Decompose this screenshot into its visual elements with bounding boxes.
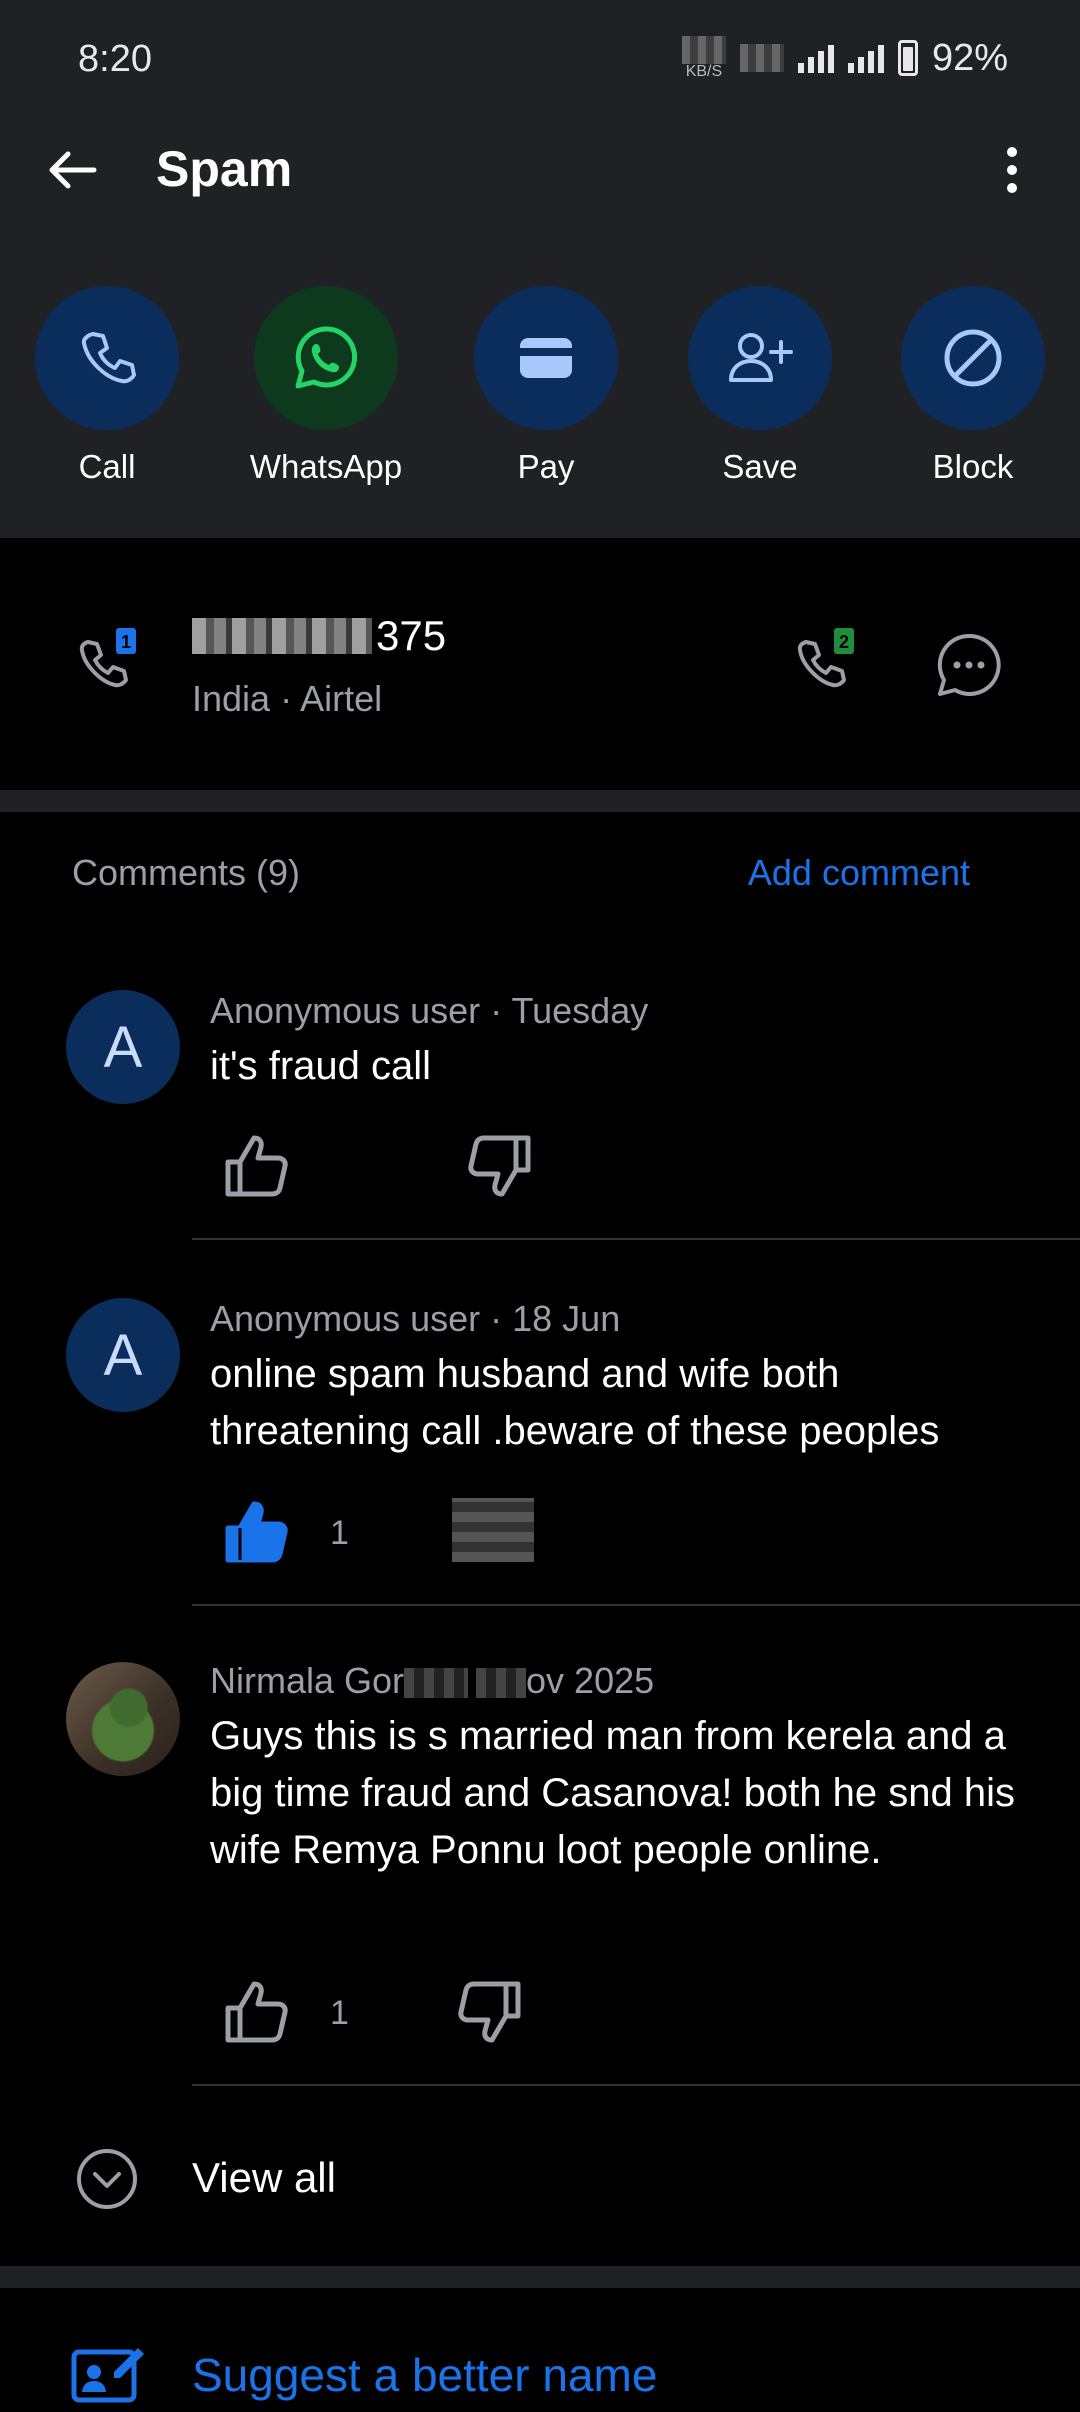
thumbs-down-icon[interactable] — [452, 1498, 534, 1562]
battery-icon — [897, 40, 918, 76]
comment-meta: Anonymous user · Tuesday — [210, 990, 649, 1031]
comment-text: it's fraud call — [210, 1044, 432, 1088]
avatar: A — [66, 1298, 180, 1412]
svg-text:1: 1 — [121, 632, 131, 652]
pay-button[interactable]: Pay — [446, 286, 646, 486]
call-button[interactable]: Call — [7, 286, 207, 486]
comment-meta: Anonymous user · 18 Jun — [210, 1298, 621, 1339]
whatsapp-button[interactable]: WhatsApp — [226, 286, 426, 486]
redacted-digits — [192, 618, 372, 654]
battery-percent: 92% — [931, 36, 1008, 79]
signal-icon — [797, 43, 834, 73]
phone-icon — [81, 332, 136, 384]
more-options-icon[interactable] — [982, 140, 1042, 200]
svg-text:2: 2 — [839, 632, 849, 652]
thumbs-up-icon[interactable] — [222, 1976, 294, 2048]
chevron-down-circle-icon — [77, 2149, 137, 2209]
block-icon — [944, 329, 1002, 387]
comment-meta: Nirmala Gor ov 2025 — [210, 1660, 655, 1701]
sim2-call-icon[interactable]: 2 — [792, 626, 864, 698]
comment-divider — [192, 1604, 1080, 1606]
thumbs-up-icon[interactable] — [222, 1496, 294, 1568]
section-divider — [0, 2266, 1080, 2288]
comment-text: online spam husband and wife both threat… — [210, 1352, 940, 1453]
page-title: Spam — [156, 141, 293, 197]
carrier-info: India · Airtel — [192, 678, 383, 719]
section-divider — [0, 790, 1080, 812]
avatar — [66, 1662, 180, 1776]
phone-number: 375 — [192, 612, 446, 660]
volte-icon — [739, 44, 784, 72]
comment-divider — [192, 1238, 1080, 1240]
add-contact-icon — [729, 333, 793, 382]
block-button[interactable]: Block — [873, 286, 1073, 486]
suggest-name-button[interactable]: Suggest a better name — [0, 2330, 1080, 2412]
signal-icon-2 — [847, 43, 884, 73]
whatsapp-icon — [295, 326, 358, 389]
avatar: A — [66, 990, 180, 1104]
status-time: 8:20 — [78, 38, 152, 80]
view-all-button[interactable]: View all — [0, 2128, 1080, 2228]
thumbs-down-icon[interactable] — [452, 1976, 524, 2048]
action-row: Call WhatsApp Pay Save Block — [0, 286, 1080, 496]
add-comment-link[interactable]: Add comment — [748, 852, 970, 894]
message-icon[interactable] — [934, 630, 1004, 700]
thumbs-down-icon[interactable] — [462, 1130, 534, 1202]
sim1-call-icon[interactable]: 1 — [74, 626, 146, 698]
comments-header: Comments (9) — [72, 852, 301, 893]
wallet-icon — [520, 338, 572, 378]
back-arrow-icon[interactable] — [42, 140, 102, 200]
status-icons: KB/S 92% — [681, 36, 1008, 80]
view-all-label: View all — [192, 2154, 336, 2201]
phone-number-row: 1 375 India · Airtel 2 — [0, 538, 1080, 790]
like-count: 1 — [330, 1994, 349, 2032]
status-bar: 8:20 KB/S 92% — [0, 0, 1080, 120]
like-count: 1 — [330, 1514, 349, 1552]
suggest-name-label: Suggest a better name — [192, 2349, 658, 2401]
app-bar: Spam — [0, 120, 1080, 220]
network-speed-icon: KB/S — [681, 36, 726, 80]
comment-divider — [192, 2084, 1080, 2086]
thumbs-up-icon[interactable] — [222, 1130, 294, 1202]
comment-text: Guys this is s married man from kerela a… — [210, 1714, 1015, 1872]
save-button[interactable]: Save — [660, 286, 860, 486]
edit-contact-icon — [71, 2348, 144, 2403]
